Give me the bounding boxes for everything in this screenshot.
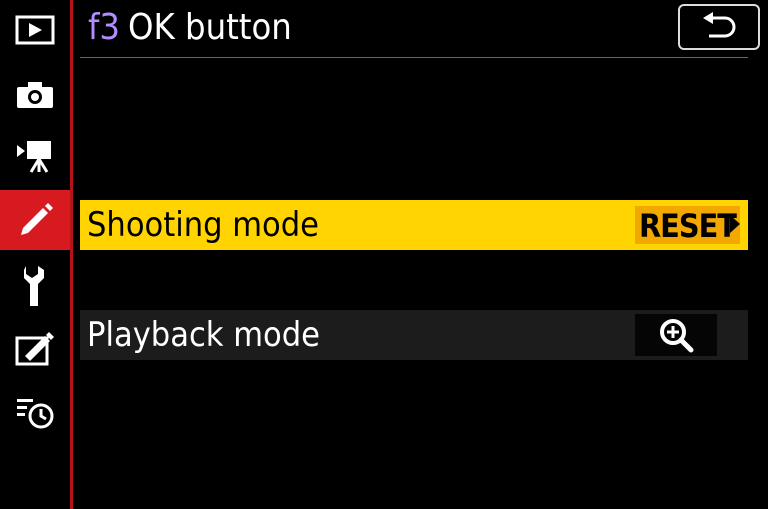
retouch-icon: [15, 332, 54, 366]
photo-shooting-icon: [17, 82, 53, 108]
row-label: Playback mode: [87, 315, 320, 355]
menu-code: f3: [88, 8, 120, 48]
custom-settings-pencil-icon: [21, 203, 53, 235]
sidebar-item-recent-settings[interactable]: [0, 383, 70, 443]
movie-recording-icon: [17, 141, 51, 173]
sidebar-item-photo-shooting[interactable]: [0, 65, 70, 125]
row-label: Shooting mode: [87, 205, 320, 245]
sidebar-item-setup[interactable]: [0, 256, 70, 316]
chevron-right-icon: [730, 215, 740, 233]
sidebar-divider: [70, 0, 73, 509]
row-value: [635, 314, 717, 356]
page-title: OK button: [128, 7, 292, 48]
recent-settings-icon: [17, 399, 54, 429]
setup-wrench-icon: [24, 266, 44, 306]
menu-row-playback-mode[interactable]: Playback mode: [80, 310, 748, 360]
menu-row-shooting-mode[interactable]: Shooting mode RESET: [80, 200, 748, 250]
menu-sidebar: [0, 0, 70, 509]
row-value: RESET: [635, 206, 740, 245]
playback-icon: [15, 15, 55, 45]
sidebar-item-playback[interactable]: [0, 0, 70, 60]
back-arrow-icon: [703, 12, 736, 38]
back-button[interactable]: [678, 4, 760, 50]
header-divider: [80, 57, 748, 58]
zoom-in-icon: [660, 319, 694, 353]
menu-code-text: f3: [88, 7, 120, 48]
sidebar-item-movie-recording[interactable]: [0, 126, 70, 186]
sidebar-item-retouch[interactable]: [0, 318, 70, 378]
sidebar-item-custom-settings[interactable]: [0, 190, 70, 250]
